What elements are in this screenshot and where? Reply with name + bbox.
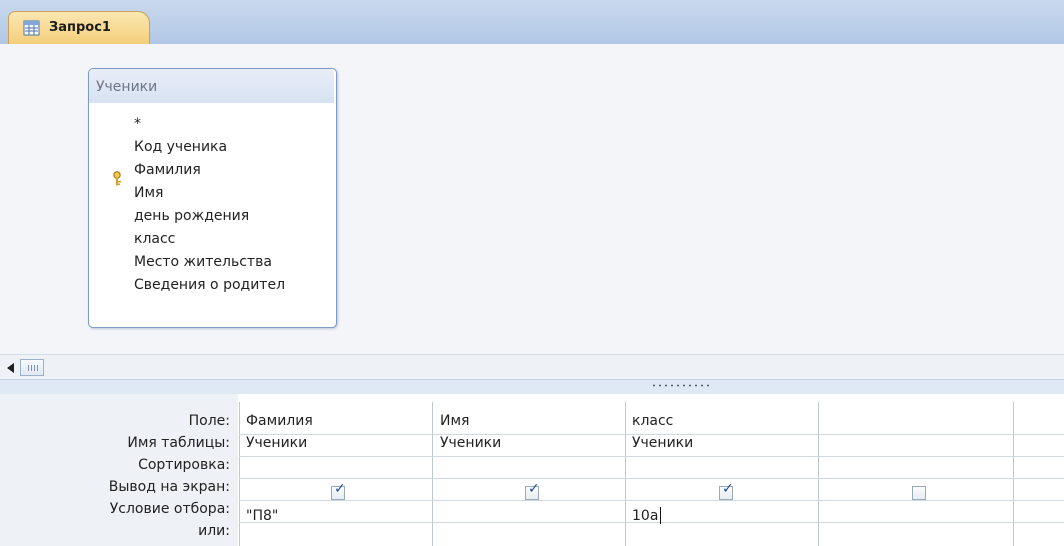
horizontal-scrollbar[interactable] (0, 354, 1064, 380)
text-cursor (660, 507, 661, 524)
check-icon: ✓ (722, 481, 734, 497)
table-source-box[interactable]: Ученики * Код ученика Фамилия Имя день р… (88, 68, 337, 328)
show-checkbox-1[interactable]: ✓ (331, 482, 346, 500)
scroll-thumb[interactable] (20, 359, 44, 376)
show-checkbox-3[interactable]: ✓ (719, 482, 734, 500)
pane-splitter[interactable] (0, 379, 1064, 395)
field-parents-info[interactable]: Сведения о родител (134, 277, 285, 293)
field-first-name[interactable]: Имя (134, 185, 163, 201)
grid-criteria-cell-1[interactable]: "П8" (246, 508, 278, 524)
query-tab[interactable]: Запрос1 (8, 11, 150, 44)
grid-col-divider (818, 402, 819, 546)
object-tab-bar (0, 0, 1064, 45)
grid-row-divider (239, 478, 1064, 479)
grid-row-divider (239, 456, 1064, 457)
show-checkbox-4[interactable] (912, 486, 926, 500)
row-label-criteria: Условие отбора: (109, 501, 230, 517)
query-icon (23, 20, 40, 36)
field-birthday[interactable]: день рождения (134, 208, 249, 224)
field-last-name[interactable]: Фамилия (134, 162, 201, 178)
grid-col-divider (625, 402, 626, 546)
grid-col-divider (239, 402, 240, 546)
field-all[interactable]: * (134, 116, 141, 132)
grid-table-cell-3[interactable]: Ученики (632, 435, 693, 451)
table-title-bar[interactable]: Ученики (89, 69, 334, 103)
grid-criteria-cell-3[interactable]: 10а (632, 508, 658, 524)
grid-col-divider (1013, 402, 1014, 546)
field-list[interactable]: * Код ученика Фамилия Имя день рождения … (90, 103, 334, 325)
grid-col-divider (432, 402, 433, 546)
field-residence[interactable]: Место жительства (134, 254, 272, 270)
tab-title: Запрос1 (49, 20, 111, 35)
row-label-field: Поле: (188, 413, 230, 429)
grip-icon[interactable] (651, 384, 709, 387)
triangle-left-icon[interactable] (7, 363, 14, 373)
row-label-or: или: (198, 523, 230, 539)
check-icon: ✓ (334, 481, 346, 497)
show-checkbox-2[interactable]: ✓ (525, 482, 540, 500)
check-icon: ✓ (528, 481, 540, 497)
key-icon (113, 171, 121, 186)
grid-table-cell-2[interactable]: Ученики (440, 435, 501, 451)
row-label-table: Имя таблицы: (127, 435, 230, 451)
table-title: Ученики (96, 79, 158, 95)
grid-row-divider (239, 500, 1064, 501)
row-label-show: Вывод на экран: (108, 479, 230, 495)
grid-table-cell-1[interactable]: Ученики (246, 435, 307, 451)
field-student-id[interactable]: Код ученика (134, 139, 227, 155)
grid-field-cell-2[interactable]: Имя (440, 413, 469, 429)
field-class[interactable]: класс (134, 231, 175, 247)
row-label-sort: Сортировка: (138, 457, 230, 473)
grid-field-cell-3[interactable]: класс (632, 413, 673, 429)
grid-field-cell-1[interactable]: Фамилия (246, 413, 313, 429)
grid-row-labels: Поле: Имя таблицы: Сортировка: Вывод на … (0, 394, 238, 546)
